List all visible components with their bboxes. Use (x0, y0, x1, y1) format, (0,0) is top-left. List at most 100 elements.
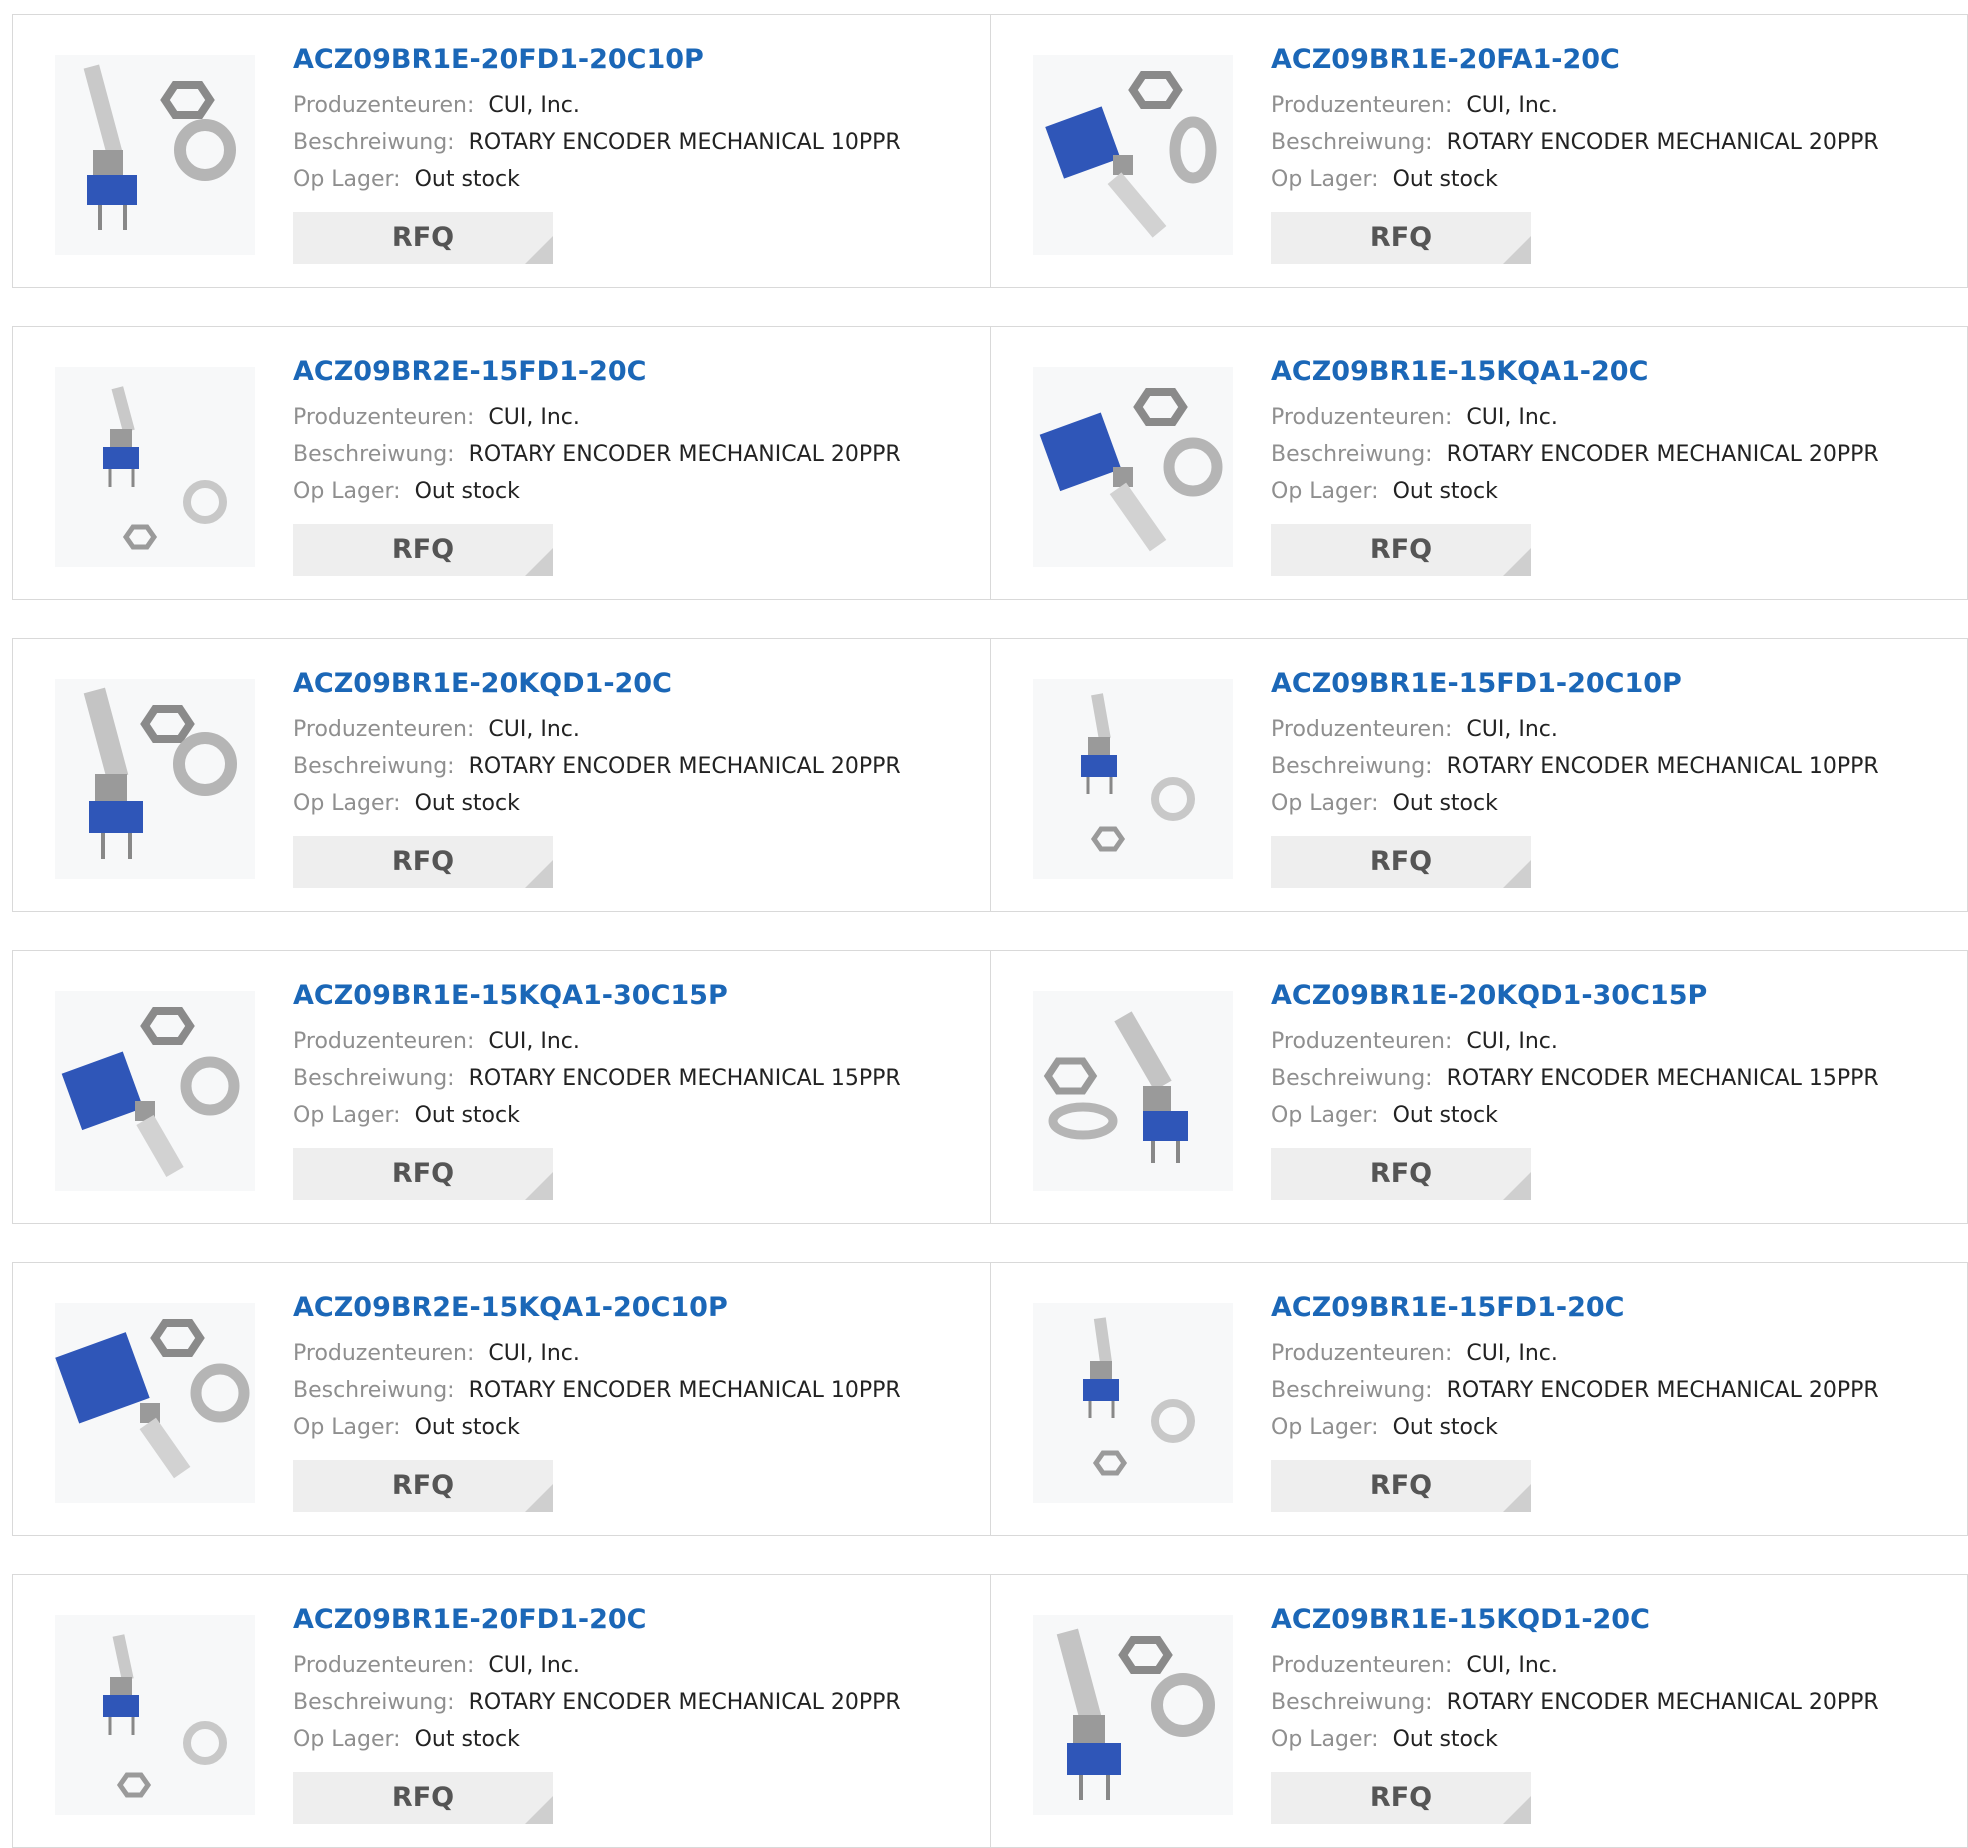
product-row: ACZ09BR2E-15FD1-20C Produzenteuren: CUI, … (12, 326, 1968, 600)
corner-triangle-icon (1503, 548, 1531, 576)
stock-label: Op Lager: (293, 791, 401, 816)
rfq-label: RFQ (391, 846, 455, 877)
product-title-link[interactable]: ACZ09BR1E-15KQD1-20C (1271, 1603, 1650, 1637)
description-label: Beschreiwung: (293, 1066, 455, 1091)
manufacturer-label: Produzenteuren: (1271, 717, 1453, 742)
product-image[interactable] (1033, 679, 1233, 879)
manufacturer-value: CUI, Inc. (488, 1653, 580, 1678)
description-value: ROTARY ENCODER MECHANICAL 10PPR (1446, 754, 1879, 779)
manufacturer-label: Produzenteuren: (1271, 1341, 1453, 1366)
product-image[interactable] (55, 1303, 255, 1503)
rfq-label: RFQ (1369, 222, 1433, 253)
description-value: ROTARY ENCODER MECHANICAL 20PPR (1446, 442, 1879, 467)
product-title-link[interactable]: ACZ09BR1E-15FD1-20C (1271, 1291, 1624, 1325)
rfq-label: RFQ (1369, 1782, 1433, 1813)
stock-value: Out stock (414, 1415, 520, 1440)
rfq-label: RFQ (1369, 846, 1433, 877)
product-image[interactable] (1033, 1615, 1233, 1815)
product-title-link[interactable]: ACZ09BR1E-20FA1-20C (1271, 43, 1620, 77)
rfq-label: RFQ (391, 1158, 455, 1189)
product-row: ACZ09BR1E-20FD1-20C10P Produzenteuren: CU… (12, 14, 1968, 288)
rotary-encoder-image-icon (103, 386, 227, 550)
product-row: ACZ09BR1E-20FD1-20C Produzenteuren: CUI, … (12, 1574, 1968, 1848)
product-image[interactable] (1033, 55, 1233, 255)
description-line: Beschreiwung: ROTARY ENCODER MECHANICAL 2… (1271, 124, 1879, 161)
rfq-button[interactable]: RFQ (1271, 1148, 1531, 1200)
product-image[interactable] (1033, 991, 1233, 1191)
product-title-link[interactable]: ACZ09BR1E-20KQD1-30C15P (1271, 979, 1707, 1013)
rfq-button[interactable]: RFQ (293, 1148, 553, 1200)
product-title-link[interactable]: ACZ09BR1E-15FD1-20C10P (1271, 667, 1682, 701)
product-title-link[interactable]: ACZ09BR2E-15FD1-20C (293, 355, 646, 389)
rfq-button[interactable]: RFQ (1271, 1772, 1531, 1824)
corner-triangle-icon (525, 236, 553, 264)
rfq-label: RFQ (391, 222, 455, 253)
rfq-button[interactable]: RFQ (293, 212, 553, 264)
rfq-button[interactable]: RFQ (1271, 836, 1531, 888)
corner-triangle-icon (525, 1796, 553, 1824)
product-card: ACZ09BR1E-15KQA1-20C Produzenteuren: CUI,… (990, 327, 1967, 599)
product-title-link[interactable]: ACZ09BR1E-20FD1-20C (293, 1603, 646, 1637)
rfq-button[interactable]: RFQ (293, 1772, 553, 1824)
product-title-link[interactable]: ACZ09BR2E-15KQA1-20C10P (293, 1291, 728, 1325)
description-value: ROTARY ENCODER MECHANICAL 10PPR (468, 1378, 901, 1403)
rfq-button[interactable]: RFQ (1271, 524, 1531, 576)
rfq-label: RFQ (1369, 1158, 1433, 1189)
manufacturer-label: Produzenteuren: (1271, 93, 1453, 118)
manufacturer-value: CUI, Inc. (1466, 1653, 1558, 1678)
product-image[interactable] (55, 1615, 255, 1815)
product-title-link[interactable]: ACZ09BR1E-15KQA1-20C (1271, 355, 1648, 389)
manufacturer-label: Produzenteuren: (293, 717, 475, 742)
rotary-encoder-image-icon (55, 1319, 250, 1479)
rfq-button[interactable]: RFQ (293, 524, 553, 576)
product-image[interactable] (1033, 1303, 1233, 1503)
manufacturer-value: CUI, Inc. (488, 405, 580, 430)
product-title-link[interactable]: ACZ09BR1E-15KQA1-30C15P (293, 979, 728, 1013)
stock-value: Out stock (1392, 1727, 1498, 1752)
description-line: Beschreiwung: ROTARY ENCODER MECHANICAL 2… (293, 436, 901, 473)
product-title-link[interactable]: ACZ09BR1E-20KQD1-20C (293, 667, 672, 701)
stock-line: Op Lager: Out stock (1271, 1409, 1879, 1446)
product-card: ACZ09BR1E-20FA1-20C Produzenteuren: CUI, … (990, 15, 1967, 287)
product-image[interactable] (55, 679, 255, 879)
product-title-link[interactable]: ACZ09BR1E-20FD1-20C10P (293, 43, 704, 77)
stock-label: Op Lager: (1271, 1415, 1379, 1440)
rfq-button[interactable]: RFQ (1271, 212, 1531, 264)
rfq-button[interactable]: RFQ (1271, 1460, 1531, 1512)
rotary-encoder-image-icon (83, 64, 236, 230)
rfq-button[interactable]: RFQ (293, 836, 553, 888)
manufacturer-value: CUI, Inc. (488, 1341, 580, 1366)
manufacturer-line: Produzenteuren: CUI, Inc. (293, 1335, 901, 1372)
manufacturer-label: Produzenteuren: (1271, 1653, 1453, 1678)
description-line: Beschreiwung: ROTARY ENCODER MECHANICAL 1… (293, 1060, 901, 1097)
description-value: ROTARY ENCODER MECHANICAL 20PPR (1446, 1690, 1879, 1715)
product-image[interactable] (1033, 367, 1233, 567)
rfq-label: RFQ (1369, 534, 1433, 565)
rotary-encoder-image-icon (1039, 388, 1223, 552)
product-image[interactable] (55, 367, 255, 567)
product-image[interactable] (55, 55, 255, 255)
corner-triangle-icon (1503, 1796, 1531, 1824)
stock-value: Out stock (1392, 791, 1498, 816)
stock-line: Op Lager: Out stock (293, 473, 901, 510)
rfq-label: RFQ (391, 1782, 455, 1813)
manufacturer-line: Produzenteuren: CUI, Inc. (293, 711, 901, 748)
corner-triangle-icon (1503, 1484, 1531, 1512)
description-line: Beschreiwung: ROTARY ENCODER MECHANICAL 2… (1271, 1684, 1879, 1721)
corner-triangle-icon (525, 1172, 553, 1200)
stock-value: Out stock (414, 479, 520, 504)
stock-value: Out stock (414, 1727, 520, 1752)
manufacturer-value: CUI, Inc. (1466, 405, 1558, 430)
stock-label: Op Lager: (1271, 167, 1379, 192)
rfq-button[interactable]: RFQ (293, 1460, 553, 1512)
manufacturer-line: Produzenteuren: CUI, Inc. (1271, 87, 1879, 124)
product-image[interactable] (55, 991, 255, 1191)
description-label: Beschreiwung: (1271, 442, 1433, 467)
stock-label: Op Lager: (293, 167, 401, 192)
description-label: Beschreiwung: (1271, 1378, 1433, 1403)
description-line: Beschreiwung: ROTARY ENCODER MECHANICAL 1… (1271, 748, 1879, 785)
description-label: Beschreiwung: (1271, 754, 1433, 779)
manufacturer-value: CUI, Inc. (1466, 1029, 1558, 1054)
product-row: ACZ09BR1E-15KQA1-30C15P Produzenteuren: C… (12, 950, 1968, 1224)
corner-triangle-icon (525, 1484, 553, 1512)
